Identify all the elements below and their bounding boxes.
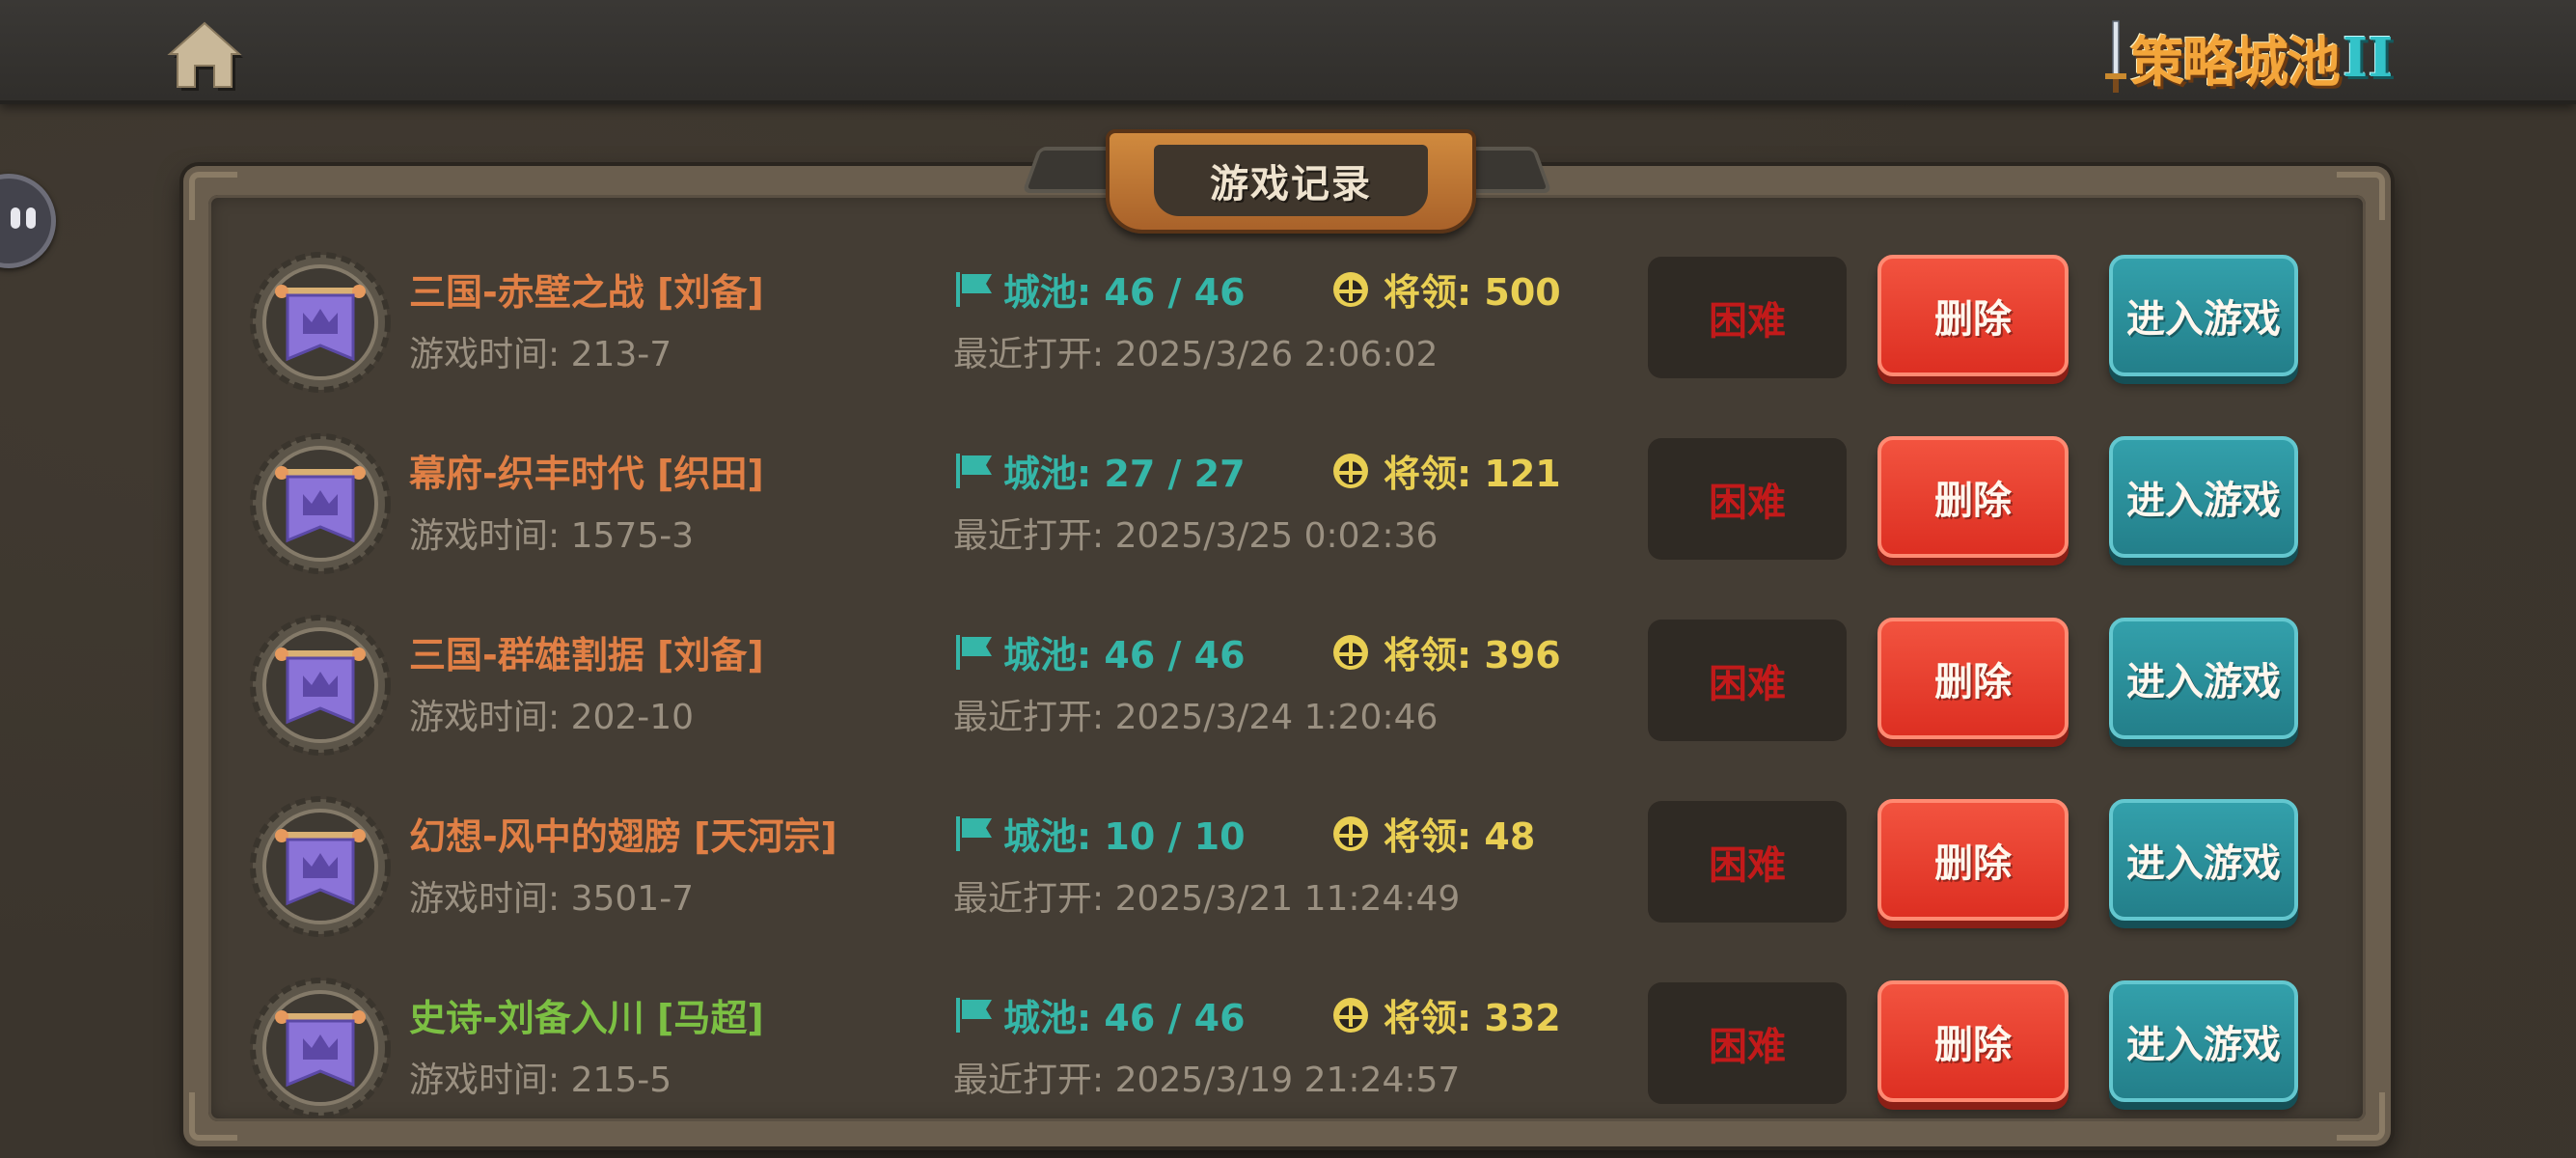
banner-plate: 游戏记录: [1106, 129, 1476, 234]
difficulty-badge: 困难: [1648, 801, 1847, 923]
last-opened: 最近打开: 2025/3/19 21:24:57: [953, 1061, 1461, 1100]
delete-button[interactable]: 删除: [1877, 255, 2069, 376]
enter-game-button[interactable]: 进入游戏: [2109, 799, 2298, 921]
flag-icon: [956, 634, 992, 670]
cities-value: 城池: 46 / 46: [1003, 634, 1246, 676]
generals-stat: 将领: 332: [1331, 988, 1561, 1041]
difficulty-badge: 困难: [1648, 620, 1847, 741]
helmet-icon: [1333, 634, 1368, 670]
record-title: 三国-群雄割据 [刘备]: [409, 634, 764, 676]
last-opened: 最近打开: 2025/3/24 1:20:46: [953, 698, 1439, 737]
faction-emblem-icon: [250, 433, 391, 574]
panel-title-banner: 游戏记录: [1022, 129, 1552, 235]
game-logo: 策略城池 II: [2103, 19, 2402, 96]
home-button[interactable]: [166, 17, 243, 91]
faction-emblem-icon: [250, 978, 391, 1118]
record-row: 史诗-刘备入川 [马超] 游戏时间: 215-5 城池: 46 / 46 将领:…: [249, 971, 2314, 1125]
generals-stat: 将领: 48: [1331, 807, 1535, 860]
faction-emblem-icon: [250, 615, 391, 756]
generals-stat: 将领: 396: [1331, 625, 1561, 678]
record-row: 幻想-风中的翅膀 [天河宗] 游戏时间: 3501-7 城池: 10 / 10 …: [249, 789, 2314, 944]
cities-value: 城池: 46 / 46: [1003, 997, 1246, 1039]
home-icon: [167, 21, 243, 91]
generals-value: 将领: 500: [1384, 271, 1561, 314]
cities-value: 城池: 46 / 46: [1003, 271, 1246, 314]
flag-icon: [956, 453, 992, 488]
logo-text: 策略城池: [2130, 31, 2341, 95]
game-time: 游戏时间: 202-10: [409, 698, 695, 737]
enter-game-button[interactable]: 进入游戏: [2109, 618, 2298, 739]
game-time: 游戏时间: 215-5: [409, 1061, 672, 1100]
panel-title: 游戏记录: [1210, 162, 1372, 207]
record-title: 史诗-刘备入川 [马超]: [409, 997, 764, 1039]
panel-corner: [189, 172, 237, 220]
cities-stat: 城池: 46 / 46: [953, 625, 1246, 678]
difficulty-badge: 困难: [1648, 438, 1847, 560]
difficulty-badge: 困难: [1648, 982, 1847, 1104]
helmet-icon: [1333, 815, 1368, 851]
generals-value: 将领: 396: [1384, 634, 1561, 676]
cities-value: 城池: 10 / 10: [1003, 815, 1246, 858]
last-opened: 最近打开: 2025/3/21 11:24:49: [953, 879, 1461, 919]
cities-stat: 城池: 10 / 10: [953, 807, 1246, 860]
eye-icon-left: [11, 207, 20, 229]
generals-stat: 将领: 121: [1331, 444, 1561, 497]
cities-stat: 城池: 46 / 46: [953, 988, 1246, 1041]
cities-value: 城池: 27 / 27: [1003, 453, 1246, 495]
game-time: 游戏时间: 213-7: [409, 335, 672, 374]
sword-icon: [2105, 20, 2126, 93]
game-time: 游戏时间: 3501-7: [409, 879, 695, 919]
flag-icon: [956, 271, 992, 307]
generals-value: 将领: 121: [1384, 453, 1561, 495]
enter-game-button[interactable]: 进入游戏: [2109, 980, 2298, 1102]
logo-numeral: II: [2343, 26, 2394, 90]
record-title: 幕府-织丰时代 [织田]: [409, 453, 764, 495]
banner-inner: 游戏记录: [1154, 145, 1428, 216]
faction-emblem-icon: [250, 796, 391, 937]
panel-corner: [2337, 1092, 2385, 1141]
helmet-icon: [1333, 453, 1368, 488]
record-row: 三国-群雄割据 [刘备] 游戏时间: 202-10 城池: 46 / 46 将领…: [249, 608, 2314, 762]
record-title: 幻想-风中的翅膀 [天河宗]: [409, 815, 837, 858]
record-row: 幕府-织丰时代 [织田] 游戏时间: 1575-3 城池: 27 / 27 将领…: [249, 427, 2314, 581]
last-opened: 最近打开: 2025/3/26 2:06:02: [953, 335, 1439, 374]
game-time: 游戏时间: 1575-3: [409, 516, 695, 556]
generals-value: 将领: 48: [1384, 815, 1536, 858]
cities-stat: 城池: 27 / 27: [953, 444, 1246, 497]
delete-button[interactable]: 删除: [1877, 799, 2069, 921]
helmet-icon: [1333, 271, 1368, 307]
faction-emblem-icon: [250, 252, 391, 393]
record-row: 三国-赤壁之战 [刘备] 游戏时间: 213-7 城池: 46 / 46 将领:…: [249, 245, 2314, 400]
flag-icon: [956, 815, 992, 851]
delete-button[interactable]: 删除: [1877, 436, 2069, 558]
panel-corner: [2337, 172, 2385, 220]
generals-value: 将领: 332: [1384, 997, 1561, 1039]
panel-corner: [189, 1092, 237, 1141]
last-opened: 最近打开: 2025/3/25 0:02:36: [953, 516, 1439, 556]
top-bar: 策略城池 II: [0, 0, 2576, 104]
delete-button[interactable]: 删除: [1877, 980, 2069, 1102]
helmet-icon: [1333, 997, 1368, 1033]
generals-stat: 将领: 500: [1331, 262, 1561, 316]
enter-game-button[interactable]: 进入游戏: [2109, 436, 2298, 558]
eye-icon-right: [26, 207, 36, 229]
record-title: 三国-赤壁之战 [刘备]: [409, 271, 764, 314]
flag-icon: [956, 997, 992, 1033]
difficulty-badge: 困难: [1648, 257, 1847, 378]
enter-game-button[interactable]: 进入游戏: [2109, 255, 2298, 376]
cities-stat: 城池: 46 / 46: [953, 262, 1246, 316]
delete-button[interactable]: 删除: [1877, 618, 2069, 739]
